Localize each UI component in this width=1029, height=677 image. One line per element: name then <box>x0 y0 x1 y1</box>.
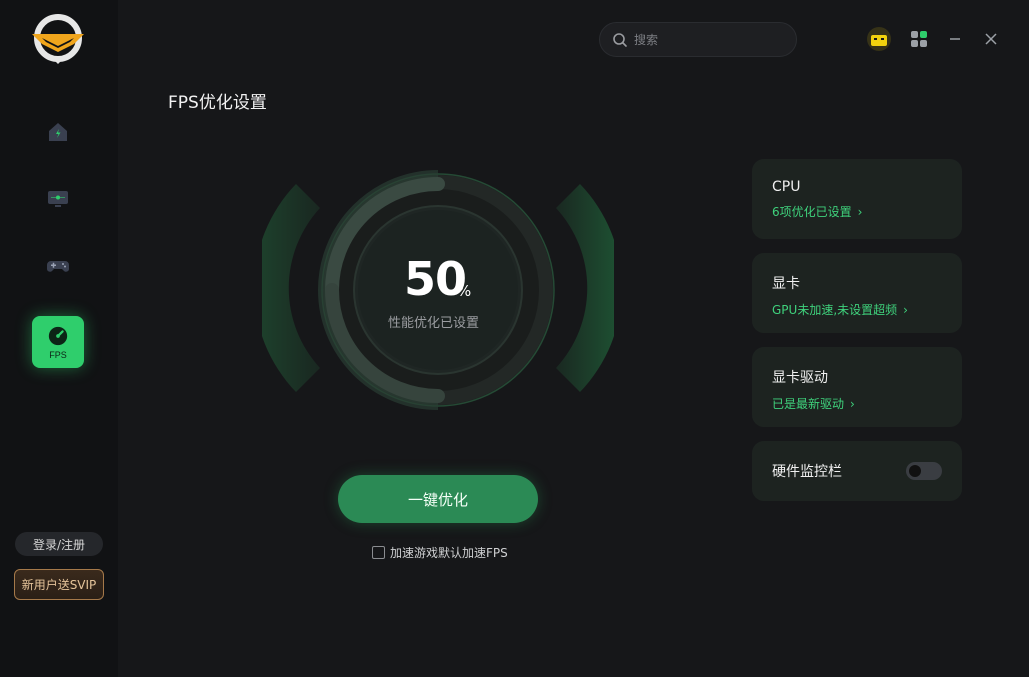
login-register-button[interactable]: 登录/注册 <box>15 532 103 556</box>
one-click-optimize-button[interactable]: 一键优化 <box>338 475 538 523</box>
gpu-driver-card-status[interactable]: 已是最新驱动 › <box>772 395 942 412</box>
search-box[interactable] <box>599 22 797 57</box>
close-button[interactable] <box>978 26 1004 52</box>
gamepad-icon <box>47 261 69 272</box>
nav-monitor[interactable] <box>32 173 84 225</box>
apps-button[interactable] <box>906 26 932 52</box>
chevron-right-icon: › <box>850 397 855 411</box>
nav-game[interactable] <box>32 240 84 292</box>
hardware-monitor-card: 硬件监控栏 <box>752 441 962 501</box>
cpu-card-status[interactable]: 6项优化已设置 › <box>772 203 942 220</box>
gpu-card-title: 显卡 <box>772 276 800 292</box>
chevron-right-icon: › <box>857 205 863 219</box>
cpu-card[interactable]: CPU 6项优化已设置 › <box>752 159 962 239</box>
hardware-monitor-toggle[interactable] <box>906 462 942 480</box>
app-logo <box>32 14 84 64</box>
close-icon <box>985 33 997 45</box>
gpu-card-status-text: GPU未加速,未设置超频 <box>772 303 898 317</box>
minimize-icon <box>950 38 960 40</box>
new-user-svip-button[interactable]: 新用户送SVIP <box>14 569 104 600</box>
accelerate-fps-checkbox[interactable] <box>372 546 385 559</box>
gauge-right-wing <box>556 184 614 392</box>
home-icon <box>49 123 67 141</box>
apps-grid-icon <box>911 31 927 47</box>
gift-button[interactable] <box>866 26 892 52</box>
gauge-subtitle: 性能优化已设置 <box>388 316 480 331</box>
page-title: FPS优化设置 <box>168 93 267 113</box>
gift-icon <box>867 27 891 51</box>
search-icon <box>613 32 627 47</box>
gpu-card[interactable]: 显卡 GPU未加速,未设置超频 › <box>752 253 962 333</box>
accelerate-fps-label: 加速游戏默认加速FPS <box>390 546 508 560</box>
gauge-left-wing <box>262 184 320 392</box>
nav-fps-label: FPS <box>49 349 67 360</box>
minimize-button[interactable] <box>942 26 968 52</box>
cpu-card-status-text: 6项优化已设置 <box>772 205 852 219</box>
nav-fps[interactable]: FPS <box>32 316 84 368</box>
gpu-driver-card-title: 显卡驱动 <box>772 370 828 386</box>
sidebar: FPS 登录/注册 新用户送SVIP <box>0 0 118 677</box>
speedometer-icon <box>48 326 68 345</box>
gpu-card-status[interactable]: GPU未加速,未设置超频 › <box>772 301 942 318</box>
gpu-driver-card-status-text: 已是最新驱动 <box>772 397 845 411</box>
app-window: FPS 登录/注册 新用户送SVIP 搜索 FPS优化设置 50 % 性能优化已… <box>0 0 1029 677</box>
monitor-icon <box>48 191 68 207</box>
accelerate-fps-option[interactable]: 加速游戏默认加速FPS <box>372 544 508 561</box>
chevron-right-icon: › <box>903 303 908 317</box>
nav-home[interactable] <box>32 106 84 158</box>
gpu-driver-card[interactable]: 显卡驱动 已是最新驱动 › <box>752 347 962 427</box>
search-input[interactable] <box>634 32 774 47</box>
cpu-card-title: CPU <box>772 179 801 195</box>
gauge-unit: % <box>457 282 472 300</box>
toggle-knob <box>909 465 921 477</box>
